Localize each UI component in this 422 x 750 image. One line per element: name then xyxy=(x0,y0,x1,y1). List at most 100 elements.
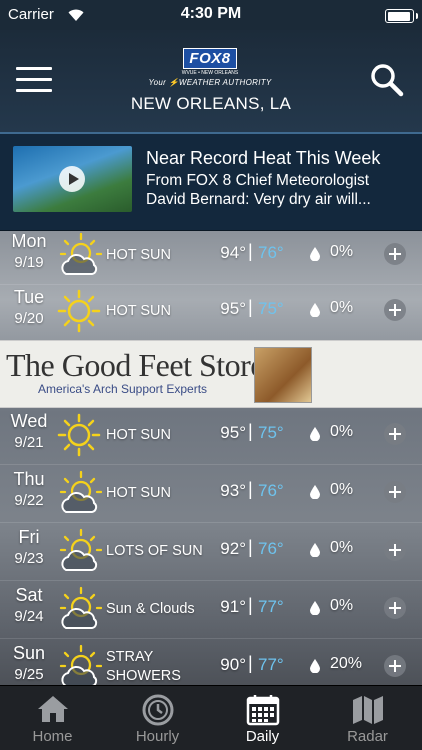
status-bar: Carrier 4:30 PM xyxy=(0,0,422,30)
location-label[interactable]: NEW ORLEANS, LA xyxy=(0,94,422,114)
temp-separator: | xyxy=(248,421,253,441)
sun-icon xyxy=(56,412,102,458)
forecast-precip: 0% xyxy=(330,243,354,260)
raindrop-icon xyxy=(310,485,320,500)
tab-home-label: Home xyxy=(32,728,73,745)
forecast-date: 9/24 xyxy=(14,608,44,625)
forecast-condition: HOT SUN xyxy=(106,246,171,263)
map-icon xyxy=(353,696,383,724)
expand-plus-icon[interactable] xyxy=(384,423,406,445)
sun-cloud-icon xyxy=(56,528,103,574)
forecast-condition: HOT SUN xyxy=(106,426,171,443)
forecast-day: Fri xyxy=(18,527,40,547)
temp-separator: | xyxy=(248,595,253,615)
battery-fill xyxy=(387,11,410,21)
forecast-day: Sun xyxy=(12,643,46,663)
clock-icon xyxy=(142,694,174,726)
hamburger-icon xyxy=(16,67,52,70)
search-icon xyxy=(371,64,404,97)
news-video-thumbnail[interactable] xyxy=(13,146,132,212)
home-icon xyxy=(38,696,68,722)
lightning-icon: ⚡ xyxy=(168,78,179,87)
temp-separator: | xyxy=(248,241,253,261)
menu-button[interactable] xyxy=(16,67,52,93)
forecast-precip: 0% xyxy=(330,539,354,556)
forecast-day: Wed xyxy=(10,411,48,431)
logo-subtext: WVUE • NEW ORLEANS xyxy=(181,70,239,76)
news-story[interactable]: Near Record Heat This Week From FOX 8 Ch… xyxy=(0,134,422,231)
forecast-day: Thu xyxy=(13,469,45,489)
expand-plus-icon[interactable] xyxy=(384,481,406,503)
tab-hourly[interactable]: Hourly xyxy=(105,686,210,750)
forecast-row[interactable]: Mon 9/19 HOT SUN 94° | 76° 0% xyxy=(0,226,422,285)
play-icon[interactable] xyxy=(59,166,85,192)
forecast-low: 75° xyxy=(258,423,284,442)
forecast-row[interactable]: Sat 9/24 Sun & Clouds 91° | 77° 0% xyxy=(0,580,422,639)
forecast-day: Sat xyxy=(15,585,43,605)
forecast-condition: HOT SUN xyxy=(106,484,171,501)
expand-plus-icon[interactable] xyxy=(384,243,406,265)
forecast-high: 95° xyxy=(220,423,246,442)
forecast-date: 9/25 xyxy=(14,666,44,683)
temp-separator: | xyxy=(248,537,253,557)
temp-separator: | xyxy=(248,297,253,317)
sun-cloud-icon xyxy=(56,470,103,516)
expand-plus-icon[interactable] xyxy=(384,539,406,561)
forecast-condition: HOT SUN xyxy=(106,302,171,319)
forecast-high: 95° xyxy=(220,299,246,318)
forecast-high: 94° xyxy=(220,243,246,262)
raindrop-icon xyxy=(310,601,320,616)
battery-icon xyxy=(385,9,418,23)
forecast-row[interactable]: Wed 9/21 HOT SUN 95° | 75° 0% xyxy=(0,406,422,465)
forecast-high: 91° xyxy=(220,597,246,616)
logo-mark: FOX8 xyxy=(183,48,237,69)
forecast-precip: 20% xyxy=(330,655,363,672)
news-summary: From FOX 8 Chief Meteorologist David Ber… xyxy=(146,172,371,208)
forecast-low: 76° xyxy=(258,539,284,558)
tab-radar-label: Radar xyxy=(347,728,388,745)
clock-time: 4:30 PM xyxy=(180,5,242,22)
tab-home[interactable]: Home xyxy=(0,686,105,750)
tab-daily-label: Daily xyxy=(245,728,280,745)
advertisement-banner[interactable]: The Good Feet Store America's Arch Suppo… xyxy=(0,340,422,408)
search-button[interactable] xyxy=(370,63,404,97)
forecast-date: 9/19 xyxy=(14,254,44,271)
forecast-row[interactable]: Tue 9/20 HOT SUN 95° | 75° 0% xyxy=(0,282,422,341)
expand-plus-icon[interactable] xyxy=(384,299,406,321)
tab-hourly-label: Hourly xyxy=(135,728,180,745)
tab-daily[interactable]: Daily xyxy=(210,686,315,750)
forecast-high: 90° xyxy=(220,655,246,674)
raindrop-icon xyxy=(310,659,320,674)
forecast-low: 77° xyxy=(258,597,284,616)
forecast-low: 77° xyxy=(258,655,284,674)
raindrop-icon xyxy=(310,427,320,442)
raindrop-icon xyxy=(310,247,320,262)
forecast-row[interactable]: Fri 9/23 LOTS OF SUN 92° | 76° 0% xyxy=(0,522,422,581)
forecast-day: Tue xyxy=(13,287,45,307)
logo-tagline: Your ⚡WEATHER AUTHORITY xyxy=(148,78,272,87)
forecast-precip: 0% xyxy=(330,481,354,498)
sun-cloud-icon xyxy=(56,644,103,690)
forecast-condition: Sun & Clouds xyxy=(106,600,195,617)
tab-radar[interactable]: Radar xyxy=(315,686,420,750)
forecast-date: 9/20 xyxy=(14,310,44,327)
temp-separator: | xyxy=(248,653,253,673)
expand-plus-icon[interactable] xyxy=(384,655,406,677)
forecast-precip: 0% xyxy=(330,597,354,614)
temp-separator: | xyxy=(248,479,253,499)
calendar-icon xyxy=(246,695,280,726)
ad-tagline: America's Arch Support Experts xyxy=(38,382,208,396)
forecast-high: 92° xyxy=(220,539,246,558)
sun-cloud-icon xyxy=(56,586,103,632)
expand-plus-icon[interactable] xyxy=(384,597,406,619)
raindrop-icon xyxy=(310,543,320,558)
forecast-row[interactable]: Thu 9/22 HOT SUN 93° | 76° 0% xyxy=(0,464,422,523)
ad-brand-name: The Good Feet Store xyxy=(6,347,265,383)
forecast-low: 75° xyxy=(258,299,284,318)
station-logo: FOX8 WVUE • NEW ORLEANS Your ⚡WEATHER AU… xyxy=(140,48,280,87)
forecast-high: 93° xyxy=(220,481,246,500)
forecast-day: Mon xyxy=(11,231,47,251)
forecast-low: 76° xyxy=(258,481,284,500)
raindrop-icon xyxy=(310,303,320,318)
forecast-precip: 0% xyxy=(330,423,354,440)
